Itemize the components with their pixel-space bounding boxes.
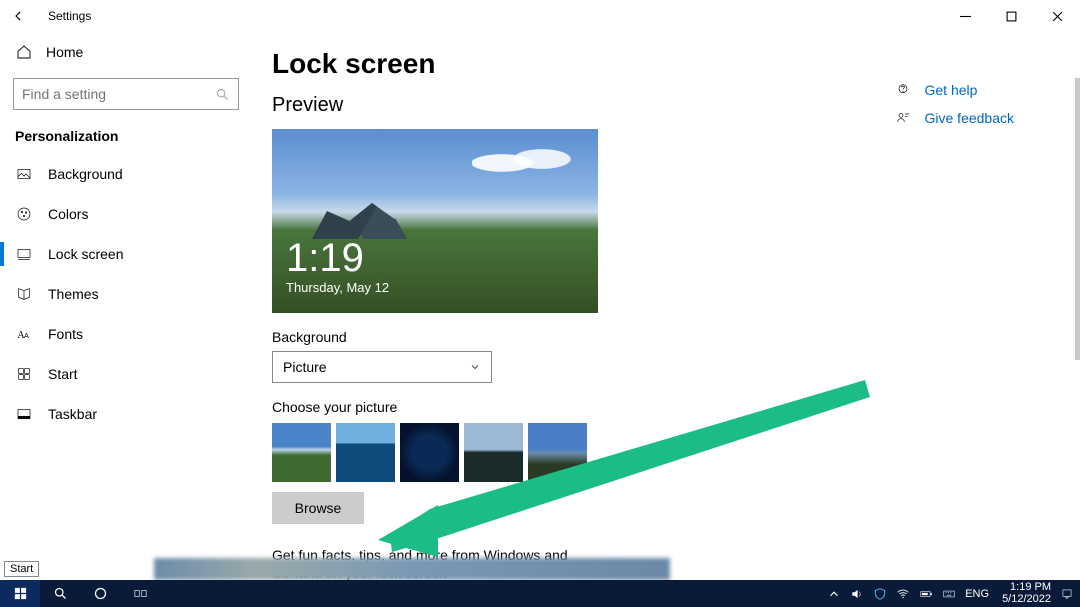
preview-mountain <box>312 199 462 239</box>
window-controls <box>942 0 1080 32</box>
close-icon <box>1052 11 1063 22</box>
lock-screen-icon <box>16 246 32 262</box>
security-icon[interactable] <box>873 587 887 601</box>
get-help-row: Get help <box>895 76 1015 104</box>
preview-clock: 1:19 Thursday, May 12 <box>286 238 389 295</box>
chevron-down-icon <box>469 361 481 373</box>
titlebar: Settings <box>0 0 1080 32</box>
feedback-icon <box>895 110 911 126</box>
give-feedback-link[interactable]: Give feedback <box>925 110 1015 126</box>
help-links: Get help Give feedback <box>895 76 1015 132</box>
feedback-row: Give feedback <box>895 104 1015 132</box>
search-icon <box>215 87 230 102</box>
background-dropdown[interactable]: Picture <box>272 351 492 383</box>
preview-time: 1:19 <box>286 238 389 278</box>
tray-time: 1:19 PM <box>1002 582 1051 594</box>
settings-window: Settings Home Personalization Background… <box>0 0 1080 580</box>
nav-label: Background <box>48 166 123 182</box>
dropdown-value: Picture <box>283 359 327 375</box>
search-input[interactable] <box>22 86 215 102</box>
clock[interactable]: 1:19 PM 5/12/2022 <box>1002 582 1051 605</box>
language-indicator[interactable]: ENG <box>965 588 989 600</box>
sidebar: Home Personalization Background Colors L… <box>0 32 252 580</box>
get-help-link[interactable]: Get help <box>925 82 978 98</box>
close-button[interactable] <box>1034 0 1080 32</box>
nav-themes[interactable]: Themes <box>0 274 252 314</box>
maximize-button[interactable] <box>988 0 1034 32</box>
nav-start[interactable]: Start <box>0 354 252 394</box>
search-icon <box>53 586 68 601</box>
picture-icon <box>16 166 32 182</box>
home-link[interactable]: Home <box>0 32 252 72</box>
nav-label: Fonts <box>48 326 83 342</box>
palette-icon <box>16 206 32 222</box>
nav-background[interactable]: Background <box>0 154 252 194</box>
picture-thumb-1[interactable] <box>272 423 331 482</box>
keyboard-icon[interactable] <box>942 587 956 601</box>
nav-label: Colors <box>48 206 88 222</box>
help-icon <box>895 82 911 98</box>
search-input-container[interactable] <box>13 78 239 110</box>
picture-thumbnails <box>272 423 1060 482</box>
nav-taskbar[interactable]: Taskbar <box>0 394 252 434</box>
arrow-left-icon <box>12 9 26 23</box>
home-label: Home <box>46 44 83 60</box>
cortana-button[interactable] <box>80 580 120 607</box>
picture-thumb-3[interactable] <box>400 423 459 482</box>
maximize-icon <box>1006 11 1017 22</box>
tray-chevron-up-icon[interactable] <box>827 587 841 601</box>
preview-clouds <box>472 143 572 183</box>
lock-screen-preview: 1:19 Thursday, May 12 <box>272 129 598 313</box>
taskbar-icon <box>16 406 32 422</box>
taskbar-app-blur <box>154 558 670 580</box>
task-view-icon <box>133 586 148 601</box>
nav-colors[interactable]: Colors <box>0 194 252 234</box>
taskbar-search-button[interactable] <box>40 580 80 607</box>
taskbar: ENG 1:19 PM 5/12/2022 <box>0 580 1080 607</box>
picture-thumb-5[interactable] <box>528 423 587 482</box>
cortana-icon <box>93 586 108 601</box>
nav-lock-screen[interactable]: Lock screen <box>0 234 252 274</box>
volume-icon[interactable] <box>850 587 864 601</box>
nav-fonts[interactable]: AA Fonts <box>0 314 252 354</box>
system-tray: ENG 1:19 PM 5/12/2022 <box>827 580 1080 607</box>
start-tooltip: Start <box>4 561 39 577</box>
themes-icon <box>16 286 32 302</box>
category-title: Personalization <box>0 126 252 154</box>
choose-picture-label: Choose your picture <box>272 399 1060 415</box>
fonts-icon: AA <box>16 326 32 342</box>
windows-icon <box>13 586 28 601</box>
start-button[interactable] <box>0 580 40 607</box>
taskbar-left <box>0 580 160 607</box>
notifications-icon[interactable] <box>1060 587 1074 601</box>
background-label: Background <box>272 329 1060 345</box>
preview-date: Thursday, May 12 <box>286 280 389 295</box>
battery-icon[interactable] <box>919 587 933 601</box>
nav-label: Themes <box>48 286 99 302</box>
svg-text:A: A <box>24 331 29 340</box>
home-icon <box>16 44 32 60</box>
nav-label: Lock screen <box>48 246 123 262</box>
picture-thumb-2[interactable] <box>336 423 395 482</box>
minimize-icon <box>960 11 971 22</box>
minimize-button[interactable] <box>942 0 988 32</box>
start-icon <box>16 366 32 382</box>
window-title: Settings <box>48 9 91 23</box>
browse-button[interactable]: Browse <box>272 492 364 524</box>
task-view-button[interactable] <box>120 580 160 607</box>
tray-date: 5/12/2022 <box>1002 594 1051 606</box>
nav-label: Taskbar <box>48 406 97 422</box>
back-button[interactable] <box>0 0 38 32</box>
picture-thumb-4[interactable] <box>464 423 523 482</box>
nav-label: Start <box>48 366 78 382</box>
wifi-icon[interactable] <box>896 587 910 601</box>
vertical-scrollbar[interactable] <box>1075 78 1080 360</box>
